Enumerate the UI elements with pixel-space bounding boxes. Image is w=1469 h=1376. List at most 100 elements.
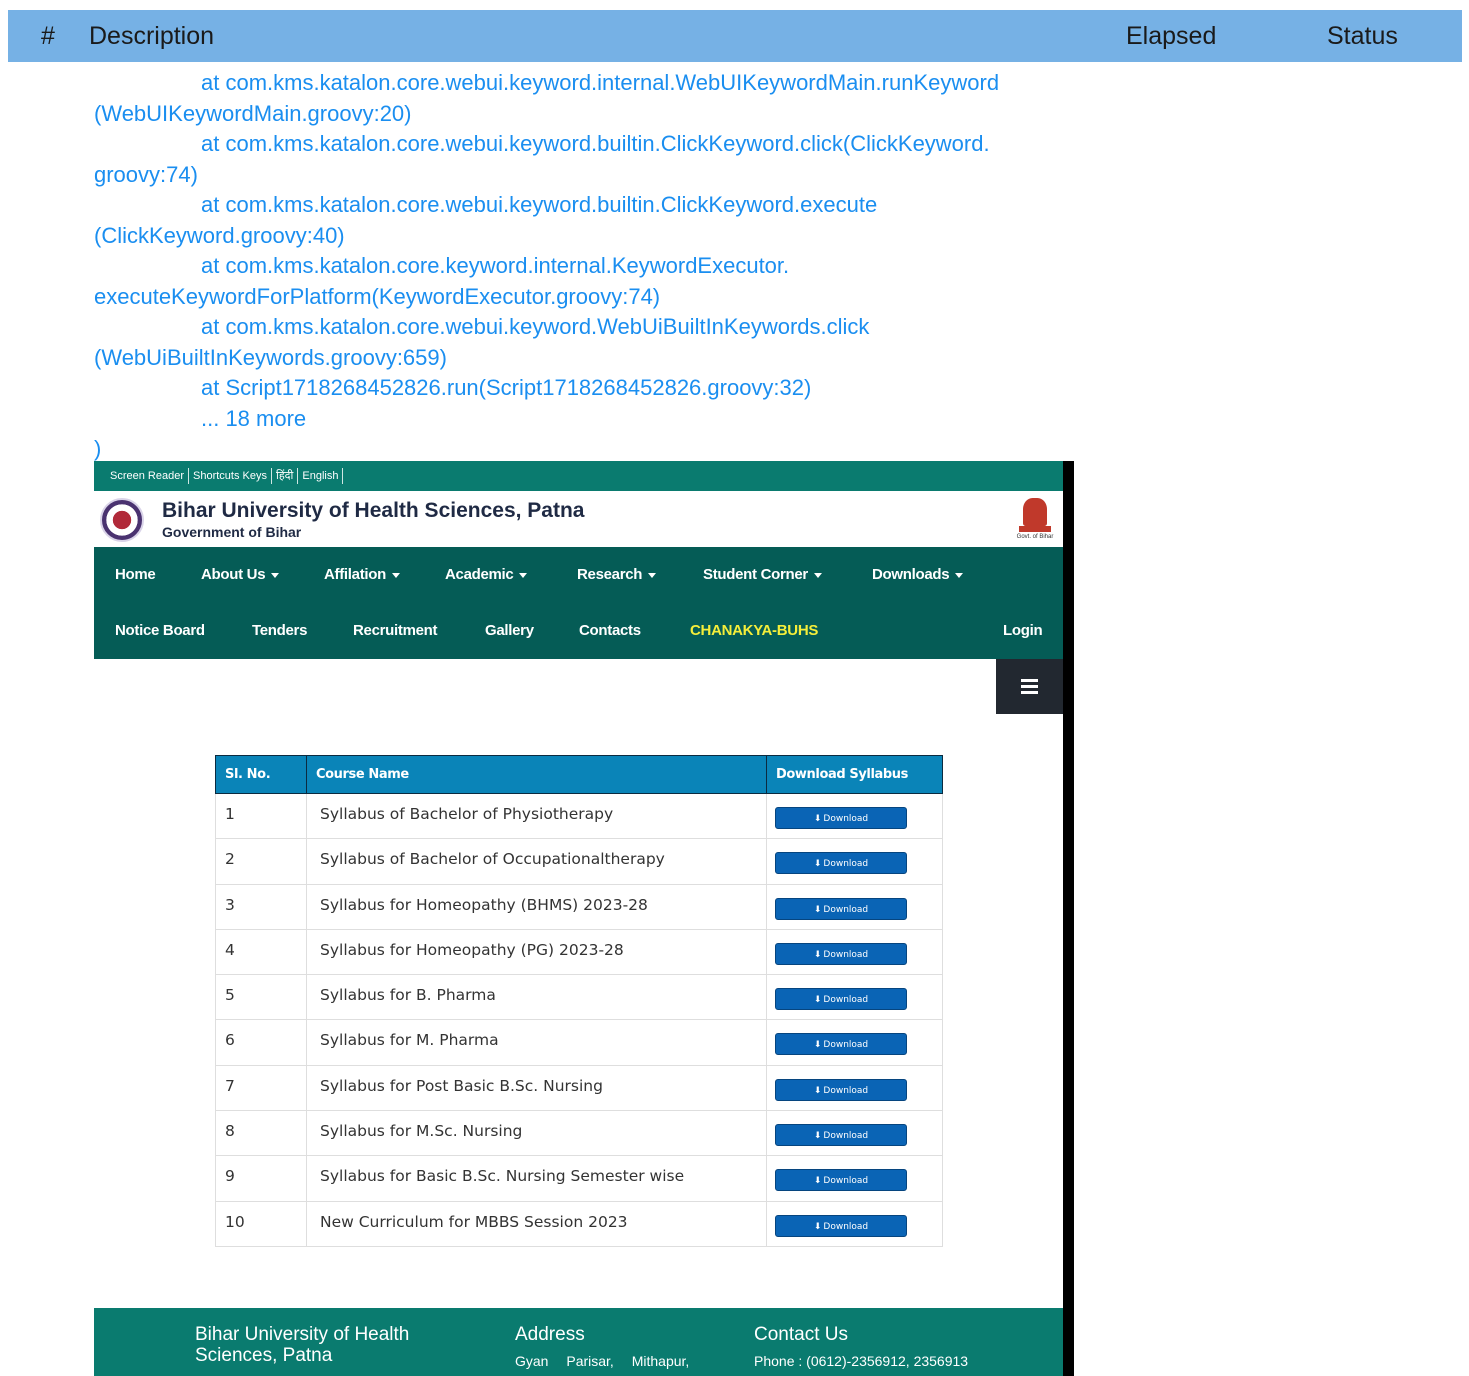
download-button[interactable]: ⬇ Download: [775, 988, 907, 1011]
table-row: 8 Syllabus for M.Sc. Nursing ⬇ Download: [215, 1110, 943, 1157]
trace-line: at com.kms.katalon.core.webui.keyword.bu…: [201, 192, 878, 217]
nav-contacts[interactable]: Contacts: [579, 622, 641, 639]
bihar-emblem-icon: Govt. of Bihar: [1015, 496, 1055, 542]
download-icon: ⬇: [813, 904, 822, 915]
nav-downloads[interactable]: Downloads: [872, 566, 964, 583]
column-hash: #: [41, 22, 55, 50]
download-button[interactable]: ⬇ Download: [775, 1078, 907, 1101]
table-row: 1 Syllabus of Bachelor of Physiotherapy ⬇ D…: [215, 792, 943, 840]
shortcut-keys-link[interactable]: Shortcuts Keys: [189, 468, 272, 484]
chevron-down-icon: [271, 572, 280, 578]
download-label: Download: [823, 1176, 869, 1187]
download-label: Download: [823, 949, 869, 960]
trace-line: at com.kms.katalon.core.webui.keyword.in…: [201, 70, 1000, 95]
nav-affilation[interactable]: Affilation: [324, 566, 400, 583]
download-button[interactable]: ⬇ Download: [775, 897, 907, 920]
screenshot-edge: [1063, 461, 1074, 1376]
trace-line: at Script1718268452826.run(Script1718268…: [201, 375, 812, 400]
nav-recruitment[interactable]: Recruitment: [353, 622, 438, 639]
footer-university: Bihar University of Health Sciences, Pat…: [195, 1324, 445, 1366]
report-table-header: # Description Elapsed Status: [8, 10, 1462, 62]
download-icon: ⬇: [813, 1221, 822, 1232]
english-link[interactable]: English: [298, 468, 344, 484]
download-cell: ⬇ Download: [766, 1200, 943, 1247]
download-label: Download: [823, 1040, 869, 1051]
main-navigation: Home About Us Affilation Academic Resear…: [94, 547, 1063, 659]
trace-line: ): [94, 436, 102, 461]
nav-student-corner[interactable]: Student Corner: [703, 566, 822, 583]
row-number: 10: [215, 1200, 307, 1247]
row-number: 5: [215, 974, 307, 1021]
download-cell: ⬇ Download: [766, 883, 943, 930]
download-button[interactable]: ⬇ Download: [775, 852, 907, 875]
chevron-down-icon: [813, 572, 822, 578]
trace-line: groovy:74): [94, 161, 198, 187]
table-row: 6 Syllabus for M. Pharma ⬇ Download: [215, 1019, 943, 1066]
nav-notice-board[interactable]: Notice Board: [115, 622, 205, 639]
download-button[interactable]: ⬇ Download: [775, 1169, 907, 1192]
download-cell: ⬇ Download: [766, 1064, 943, 1112]
embedded-screenshot: Screen Reader Shortcuts Keys हिंदी Engli…: [94, 461, 1074, 1376]
nav-research[interactable]: Research: [577, 566, 657, 583]
nav-academic[interactable]: Academic: [445, 566, 528, 583]
download-cell: ⬇ Download: [766, 1155, 943, 1202]
accessibility-bar: Screen Reader Shortcuts Keys हिंदी Engli…: [94, 461, 1063, 491]
trace-line: at com.kms.katalon.core.webui.keyword.bu…: [201, 131, 990, 156]
table-row: 7 Syllabus for Post Basic B.Sc. Nursing ⬇ D…: [215, 1064, 943, 1112]
row-number: 2: [215, 838, 307, 885]
column-elapsed: Elapsed: [1126, 22, 1217, 50]
column-status: Status: [1327, 22, 1398, 50]
nav-chanakya-buhs[interactable]: CHANAKYA-BUHS: [690, 622, 818, 639]
hindi-link[interactable]: हिंदी: [272, 468, 299, 484]
university-logo-icon[interactable]: [100, 498, 144, 542]
download-cell: ⬇ Download: [766, 792, 943, 840]
download-cell: ⬇ Download: [766, 838, 943, 885]
header-download-syllabus: Download Syllabus: [766, 755, 943, 794]
syllabus-table: Sl. No. Course Name Download Syllabus 1S…: [215, 755, 943, 1247]
row-number: 1: [215, 792, 307, 840]
download-icon: ⬇: [813, 949, 822, 960]
footer-contact: Contact Us Phone : (0612)-2356912, 23569…: [754, 1324, 968, 1369]
download-icon: ⬇: [813, 1085, 822, 1096]
download-icon: ⬇: [813, 1176, 822, 1187]
nav-about-us[interactable]: About Us: [201, 566, 280, 583]
download-label: Download: [823, 904, 869, 915]
nav-tenders[interactable]: Tenders: [252, 622, 307, 639]
download-label: Download: [823, 814, 869, 824]
table-row: 3 Syllabus for Homeopathy (BHMS) 2023-28 ⬇…: [215, 883, 943, 930]
course-name: Syllabus of Bachelor of Occupationalther…: [306, 838, 767, 885]
course-name: Syllabus for Basic B.Sc. Nursing Semeste…: [306, 1155, 767, 1202]
table-row: 4 Syllabus for Homeopathy (PG) 2023-28 ⬇ Do…: [215, 928, 943, 976]
footer-phone: Phone : (0612)-2356912, 2356913: [754, 1353, 969, 1369]
course-name: Syllabus for M.Sc. Nursing: [306, 1110, 767, 1157]
download-button[interactable]: ⬇ Download: [775, 942, 907, 965]
site-footer: Bihar University of Health Sciences, Pat…: [94, 1308, 1063, 1376]
download-label: Download: [823, 859, 869, 870]
government-label: Government of Bihar: [162, 524, 302, 540]
nav-gallery[interactable]: Gallery: [485, 622, 534, 639]
download-icon: ⬇: [813, 995, 822, 1006]
footer-contact-title: Contact Us: [754, 1324, 848, 1345]
trace-line: ... 18 more: [201, 405, 307, 431]
university-name[interactable]: Bihar University of Health Sciences, Pat…: [162, 499, 584, 523]
nav-home[interactable]: Home: [115, 566, 156, 583]
trace-line: (WebUiBuiltInKeywords.groovy:659): [94, 344, 447, 370]
course-name: Syllabus of Bachelor of Physiotherapy: [306, 792, 767, 840]
download-button[interactable]: ⬇ Download: [775, 807, 907, 829]
nav-login[interactable]: Login: [1003, 622, 1043, 639]
table-row: 9 Syllabus for Basic B.Sc. Nursing Semest…: [215, 1155, 943, 1202]
row-number: 9: [215, 1155, 307, 1202]
footer-address-text: Gyan Parisar, Mithapur,: [515, 1353, 690, 1369]
row-number: 7: [215, 1064, 307, 1112]
hamburger-menu-icon[interactable]: [996, 659, 1063, 714]
chevron-down-icon: [955, 572, 964, 578]
header-course-name: Course Name: [306, 755, 767, 794]
download-icon: ⬇: [813, 814, 822, 824]
brand-header: Bihar University of Health Sciences, Pat…: [94, 491, 1063, 547]
trace-line: at com.kms.katalon.core.keyword.internal…: [201, 253, 790, 278]
download-button[interactable]: ⬇ Download: [775, 1214, 907, 1237]
stack-trace: at com.kms.katalon.core.webui.keyword.in…: [94, 68, 1084, 465]
screen-reader-link[interactable]: Screen Reader: [108, 468, 189, 484]
download-button[interactable]: ⬇ Download: [775, 1033, 907, 1056]
download-button[interactable]: ⬇ Download: [775, 1124, 907, 1147]
